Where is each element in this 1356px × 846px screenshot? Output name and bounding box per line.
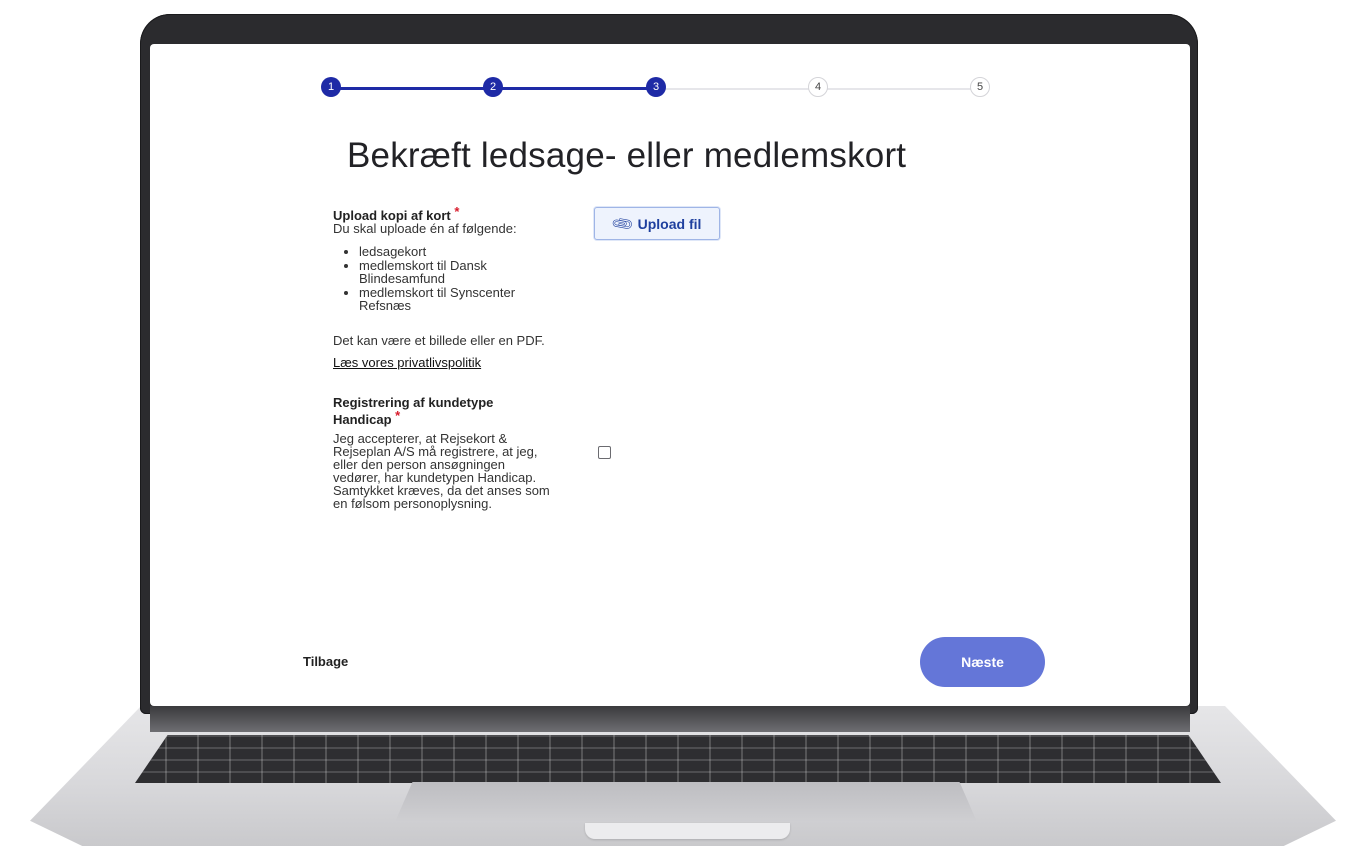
list-item: medlemskort til Synscenter Refsnæs	[359, 286, 553, 312]
laptop-screen: 1 2 3 4 5 Bekræft ledsage- eller medlems…	[150, 44, 1190, 706]
step-1: 1	[321, 77, 341, 97]
step-5: 5	[970, 77, 990, 97]
upload-file-button[interactable]: 📎︎ Upload fil	[594, 207, 720, 240]
upload-button-label: Upload fil	[637, 215, 702, 232]
paperclip-icon: 📎︎	[609, 211, 636, 237]
consent-checkbox[interactable]	[598, 446, 611, 459]
consent-label-text: Registrering af kundetype Handicap	[333, 395, 494, 427]
page-title: Bekræft ledsage- eller medlemskort	[347, 136, 907, 175]
step-2: 2	[483, 77, 503, 97]
format-note: Det kan være et billede eller en PDF.	[333, 333, 545, 348]
back-button[interactable]: Tilbage	[303, 654, 348, 669]
laptop-trackpad	[395, 782, 977, 822]
required-marker: *	[454, 204, 460, 219]
progress-stepper: 1 2 3 4 5	[321, 77, 990, 99]
next-button[interactable]: Næste	[920, 637, 1045, 687]
accepted-cards-list: ledsagekort medlemskort til Dansk Blinde…	[333, 245, 553, 312]
laptop-lid-notch	[585, 823, 790, 839]
upload-intro: Du skal uploade én af følgende:	[333, 221, 517, 236]
laptop-keyboard	[135, 735, 1221, 783]
step-4: 4	[808, 77, 828, 97]
list-item: medlemskort til Dansk Blindesamfund	[359, 259, 553, 285]
form-left-column: Upload kopi af kort * Du skal uploade én…	[333, 205, 553, 510]
step-3: 3	[646, 77, 666, 97]
privacy-policy-link[interactable]: Læs vores privatlivspolitik	[333, 356, 481, 369]
required-marker: *	[395, 408, 401, 423]
consent-description: Jeg accepterer, at Rejsekort & Rejseplan…	[333, 431, 550, 511]
consent-label: Registrering af kundetype Handicap *	[333, 394, 553, 428]
consent-section: Registrering af kundetype Handicap * Jeg…	[333, 394, 553, 510]
list-item: ledsagekort	[359, 245, 553, 258]
laptop-hinge	[150, 706, 1190, 732]
